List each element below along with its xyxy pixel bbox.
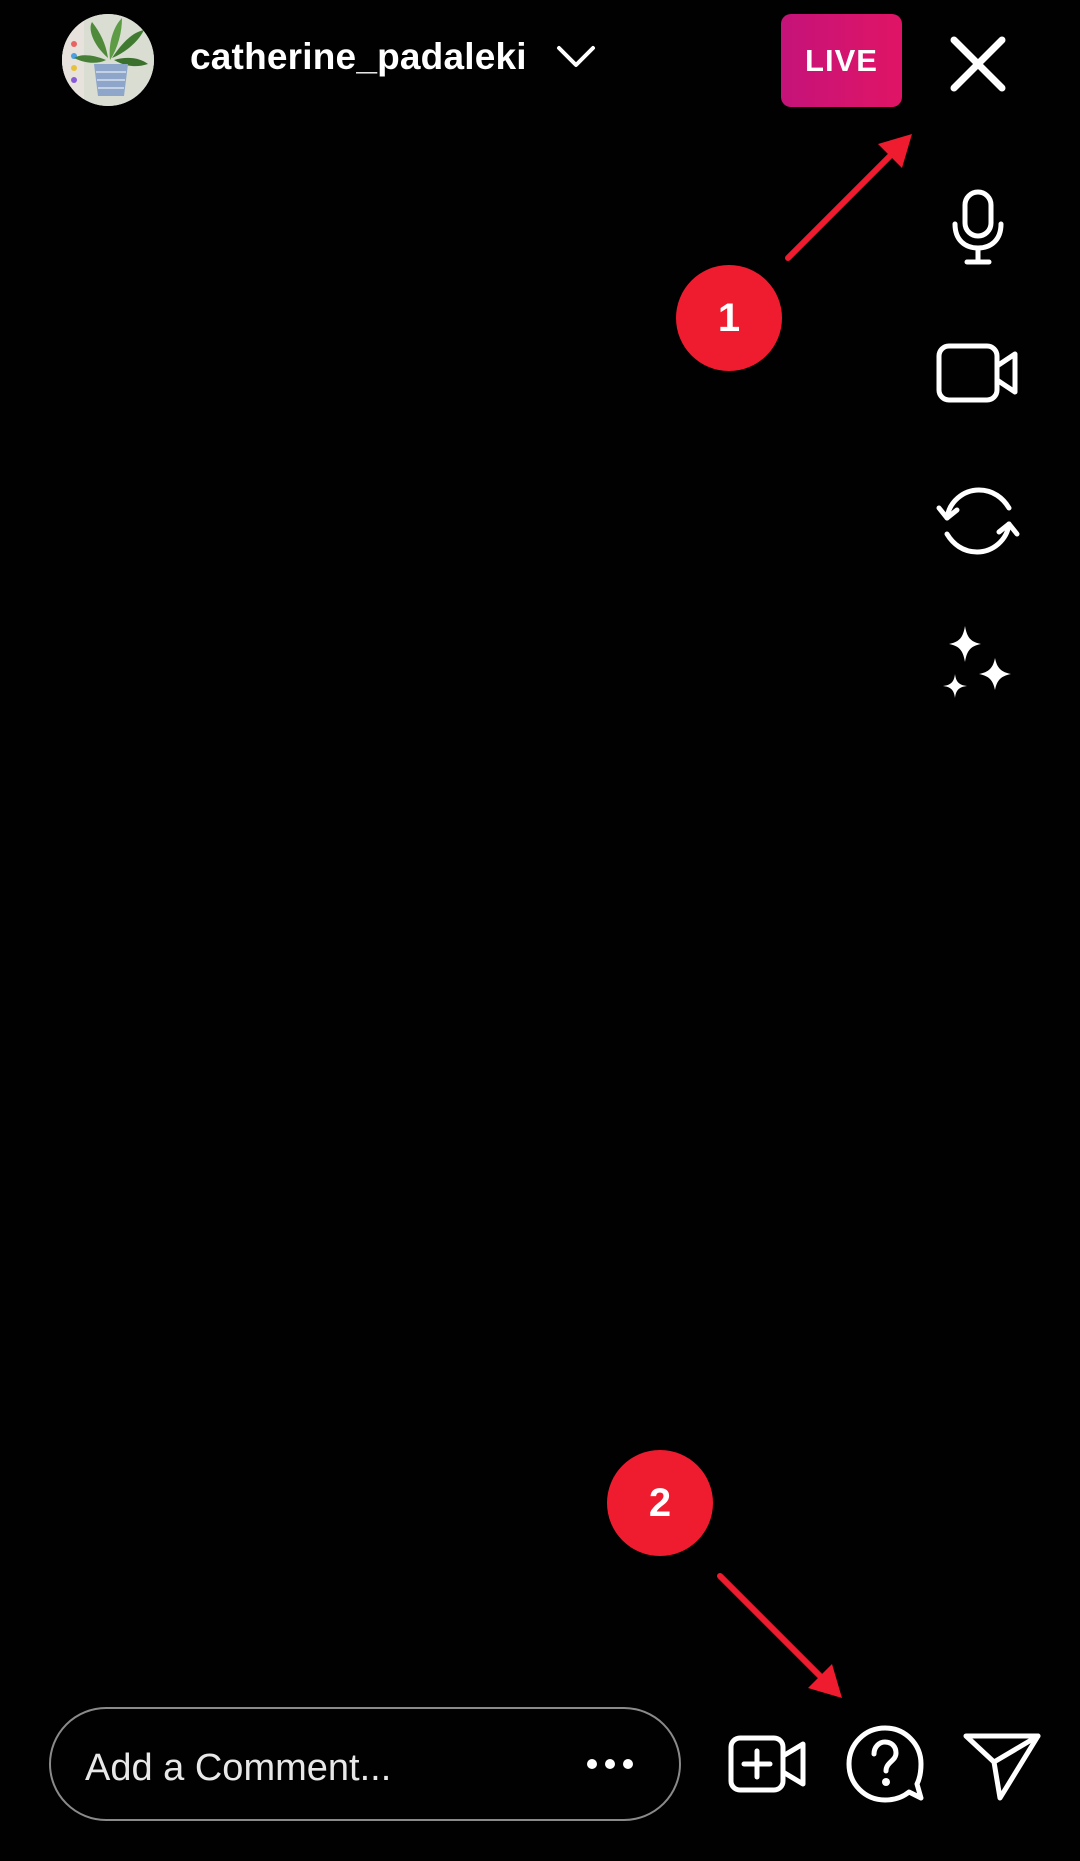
question-bubble-icon[interactable]: [843, 1722, 927, 1806]
more-horizontal-icon[interactable]: [585, 1751, 635, 1777]
send-icon[interactable]: [960, 1722, 1044, 1806]
profile-avatar[interactable]: [62, 14, 154, 106]
annotation-number: 1: [717, 295, 741, 340]
annotation-badge-2: 2: [607, 1450, 713, 1556]
live-camera-view: catherine_padaleki LIVE 1 2 Add a Commen…: [0, 0, 1080, 1861]
video-camera-icon[interactable]: [935, 330, 1021, 416]
comment-placeholder: Add a Comment...: [85, 1747, 392, 1789]
annotation-arrows: [717, 134, 912, 1698]
comment-input[interactable]: Add a Comment...: [49, 1707, 681, 1821]
chevron-down-icon[interactable]: [555, 42, 597, 72]
live-label: LIVE: [805, 42, 878, 78]
sparkles-icon[interactable]: [935, 622, 1021, 708]
close-icon[interactable]: [940, 26, 1016, 102]
live-badge[interactable]: LIVE: [781, 14, 902, 107]
username[interactable]: catherine_padaleki: [190, 36, 527, 78]
flip-camera-icon[interactable]: [935, 478, 1021, 564]
microphone-icon[interactable]: [935, 184, 1021, 270]
avatar-image: [62, 14, 154, 106]
annotation-number: 2: [648, 1480, 672, 1525]
add-guest-video-icon[interactable]: [725, 1722, 809, 1806]
annotation-badge-1: 1: [676, 265, 782, 371]
